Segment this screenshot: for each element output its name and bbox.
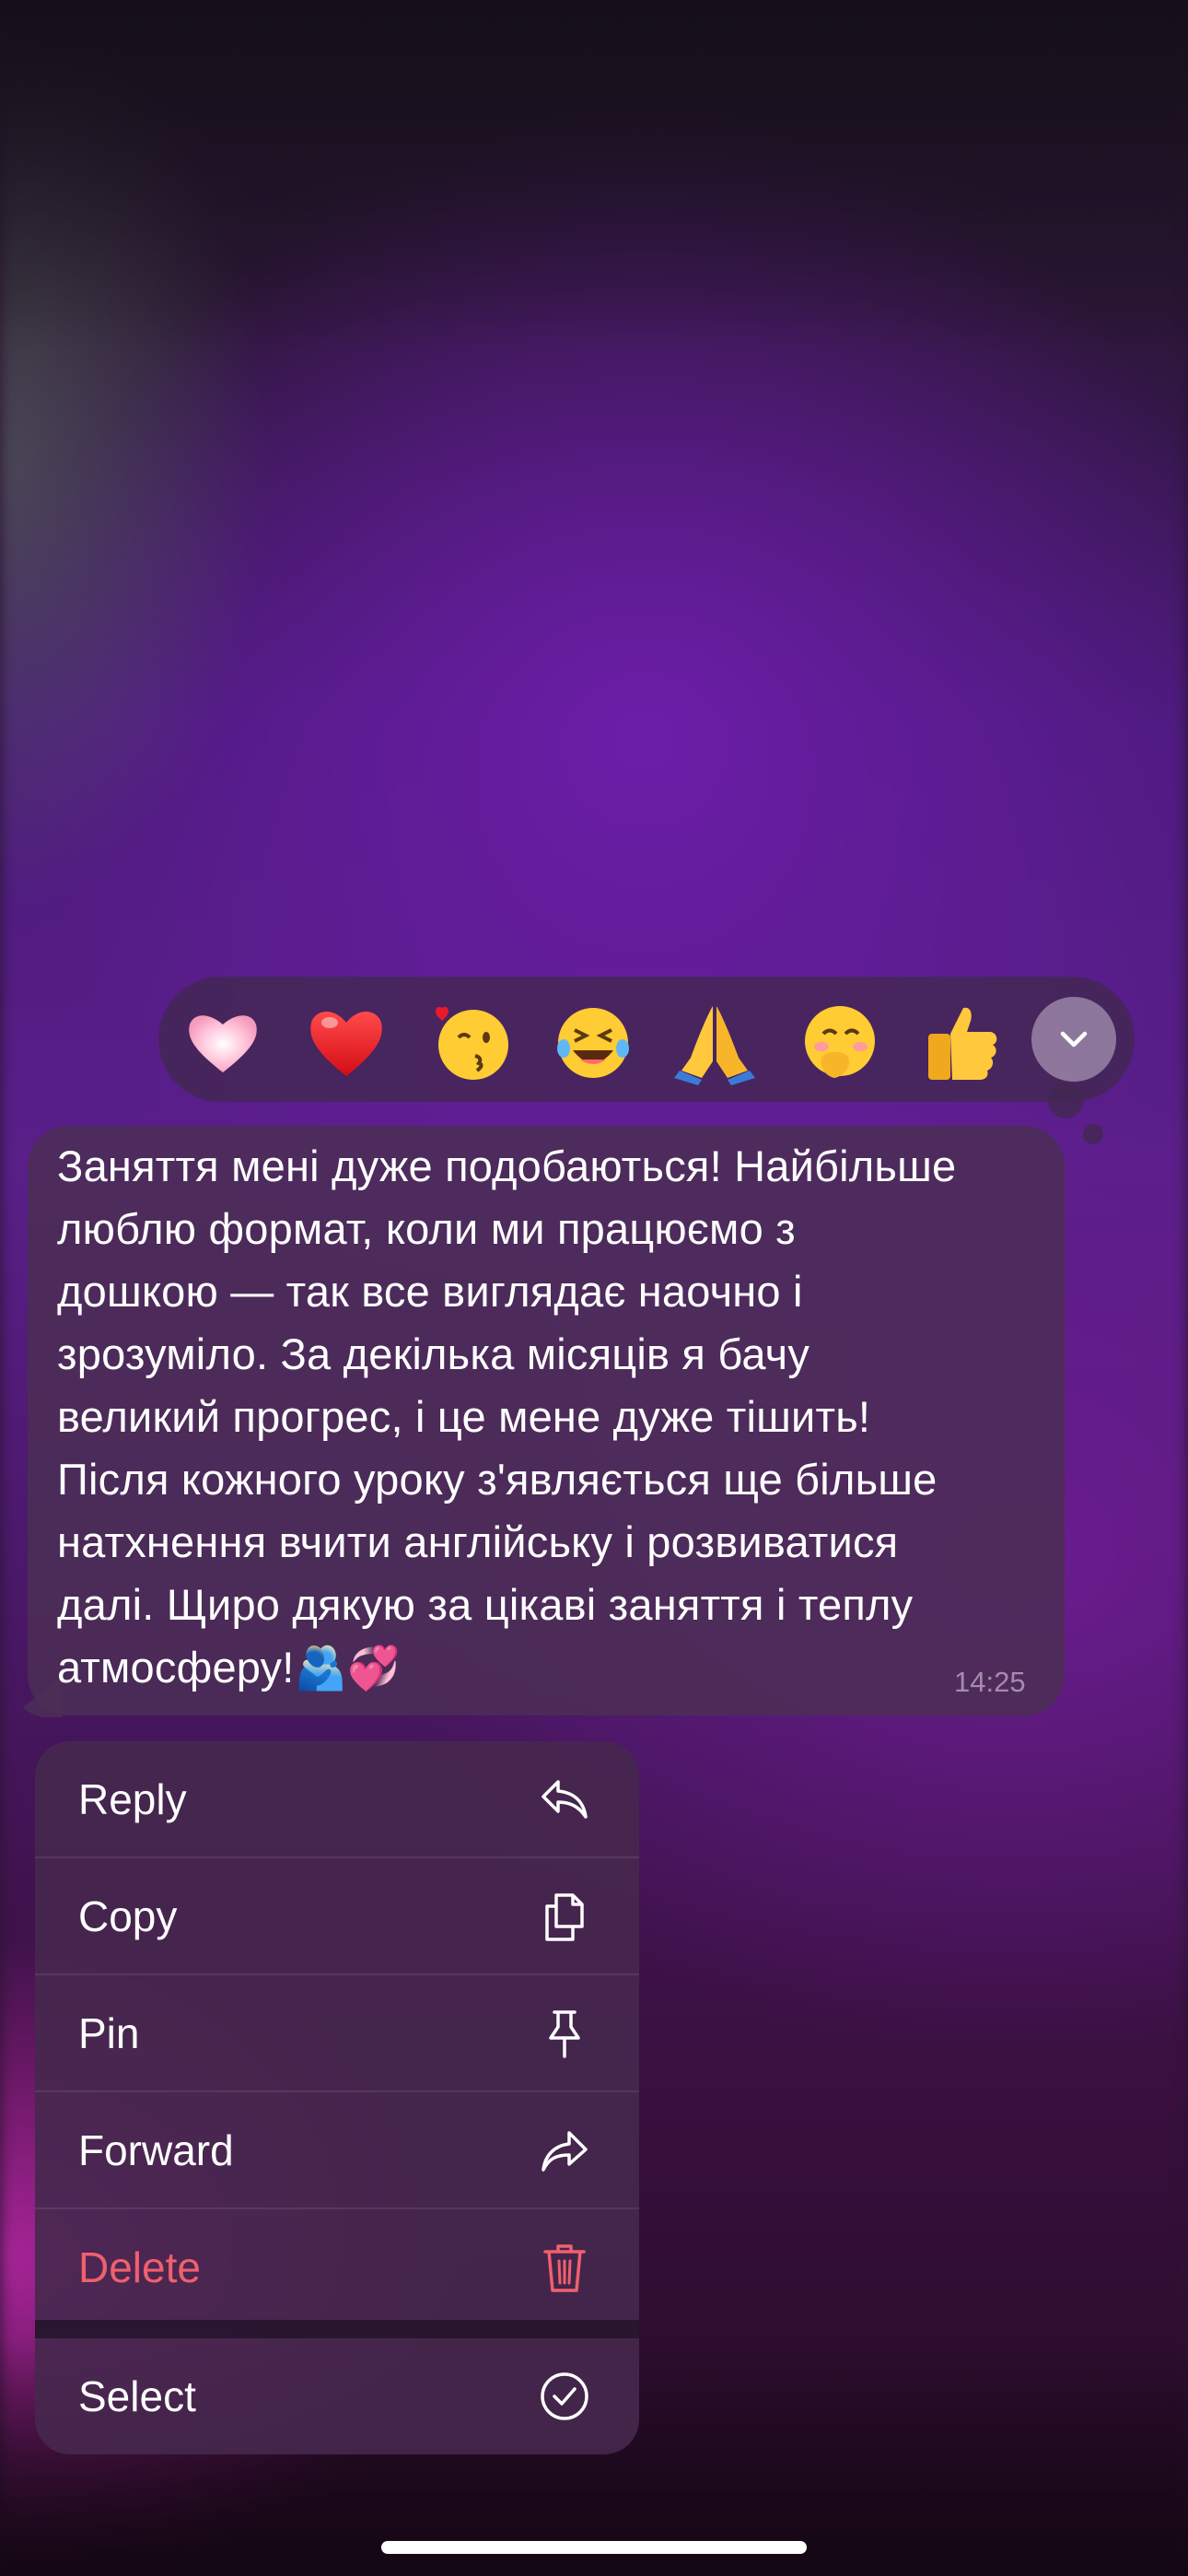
kissing-face-icon bbox=[436, 1006, 508, 1080]
menu-item-select[interactable]: Select bbox=[35, 2338, 639, 2453]
pin-icon bbox=[532, 2001, 597, 2066]
message-line: далі. Щиро дякую за цікаві заняття і теп… bbox=[57, 1580, 914, 1629]
message-line: Після кожного уроку з'являється ще більш… bbox=[57, 1455, 938, 1504]
laughing-face-icon bbox=[557, 1008, 629, 1078]
menu-item-label: Delete bbox=[78, 2242, 201, 2291]
reaction-thumbs-up[interactable] bbox=[915, 997, 1004, 1085]
thumbs-up-icon bbox=[928, 1007, 997, 1080]
hand-over-mouth-icon bbox=[805, 1006, 875, 1078]
reaction-laughing-face[interactable] bbox=[549, 997, 637, 1085]
message-line: зрозуміло. За декілька місяців я бачу bbox=[57, 1329, 810, 1378]
reaction-bar bbox=[158, 977, 1135, 1102]
expand-reactions-button[interactable] bbox=[1031, 997, 1116, 1082]
message-line: Заняття мені дуже подобаються! Найбільше bbox=[57, 1142, 957, 1190]
trash-icon bbox=[532, 2235, 597, 2300]
home-indicator[interactable] bbox=[381, 2541, 807, 2554]
reaction-kissing-face[interactable] bbox=[425, 997, 514, 1085]
red-heart-icon bbox=[310, 1011, 382, 1076]
menu-item-label: Reply bbox=[78, 1774, 187, 1823]
menu-item-copy[interactable]: Copy bbox=[35, 1858, 639, 1973]
message-line: люблю формат, коли ми працюємо з bbox=[57, 1204, 796, 1253]
menu-item-forward[interactable]: Forward bbox=[35, 2092, 639, 2207]
menu-section-gap bbox=[35, 2320, 639, 2338]
message-line: дошкою — так все виглядає наочно і bbox=[57, 1267, 803, 1316]
reaction-red-heart[interactable] bbox=[302, 997, 390, 1085]
message-line: атмосферу! bbox=[57, 1643, 295, 1692]
copy-icon bbox=[532, 1884, 597, 1949]
menu-item-label: Select bbox=[78, 2371, 196, 2420]
message-emoji: 🫂💞 bbox=[294, 1644, 401, 1692]
reply-icon bbox=[532, 1767, 597, 1832]
menu-item-delete[interactable]: Delete bbox=[35, 2209, 639, 2324]
pink-heart-icon bbox=[189, 1015, 257, 1072]
reaction-bar-tail bbox=[1048, 1083, 1083, 1118]
reaction-folded-hands[interactable] bbox=[670, 997, 759, 1085]
reaction-bar-tail-small bbox=[1083, 1124, 1103, 1144]
message-timestamp: 14:25 bbox=[954, 1666, 1026, 1698]
message-text: Заняття мені дуже подобаються! Найбільше… bbox=[57, 1135, 1052, 1699]
menu-item-reply[interactable]: Reply bbox=[35, 1741, 639, 1856]
menu-item-label: Forward bbox=[78, 2125, 234, 2174]
folded-hands-icon bbox=[674, 1006, 755, 1085]
forward-icon bbox=[532, 2118, 597, 2183]
reaction-hand-over-mouth[interactable] bbox=[794, 997, 882, 1085]
chevron-down-icon bbox=[1060, 1031, 1088, 1048]
menu-item-pin[interactable]: Pin bbox=[35, 1975, 639, 2090]
checkmark-circle-icon bbox=[532, 2364, 597, 2429]
menu-item-label: Copy bbox=[78, 1891, 178, 1940]
background-shade-top bbox=[0, 0, 1188, 350]
context-menu: Reply Copy Pin Forward Delete Select bbox=[35, 1741, 639, 2454]
message-line: великий прогрес, і це мене дуже тішить! bbox=[57, 1392, 871, 1441]
reaction-pink-heart[interactable] bbox=[179, 997, 267, 1085]
message-line-last: атмосферу!🫂💞 bbox=[57, 1636, 1052, 1699]
menu-item-label: Pin bbox=[78, 2008, 140, 2057]
message-line: натхнення вчити англійську і розвиватися bbox=[57, 1517, 899, 1566]
